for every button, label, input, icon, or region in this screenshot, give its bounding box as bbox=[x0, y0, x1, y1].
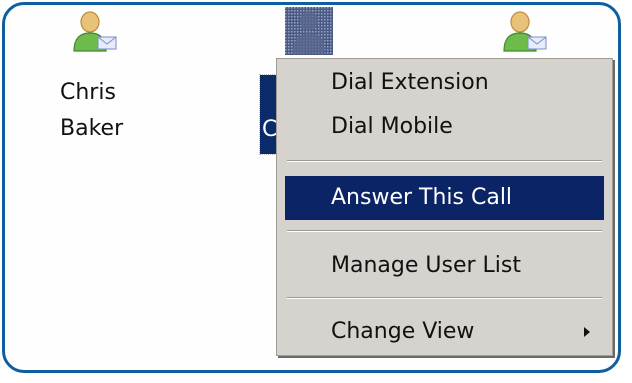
menu-item-dial-mobile[interactable]: Dial Mobile bbox=[285, 105, 604, 149]
menu-item-dial-extension[interactable]: Dial Extension bbox=[285, 61, 604, 105]
user-offline-icon bbox=[285, 7, 333, 55]
menu-separator bbox=[287, 160, 602, 162]
context-menu: Dial Extension Dial Mobile Answer This C… bbox=[276, 58, 613, 356]
user-mail-icon bbox=[503, 11, 547, 52]
user-tile-chris-baker[interactable]: Chris Baker bbox=[55, 11, 175, 161]
menu-item-change-view[interactable]: Change View bbox=[285, 310, 604, 354]
menu-separator bbox=[287, 230, 602, 232]
menu-item-answer-this-call[interactable]: Answer This Call bbox=[285, 176, 604, 220]
submenu-arrow-icon bbox=[584, 327, 590, 337]
user-name-label: Chris Baker bbox=[60, 80, 124, 141]
menu-item-manage-user-list[interactable]: Manage User List bbox=[285, 244, 604, 288]
menu-item-change-view-label: Change View bbox=[331, 319, 475, 344]
user-tile-selected[interactable] bbox=[285, 5, 335, 65]
user-tile-third[interactable] bbox=[500, 11, 560, 61]
menu-separator bbox=[287, 297, 602, 299]
user-list-panel: Chris Baker C Dial Extension Dial Mobile… bbox=[2, 2, 621, 373]
user-mail-icon bbox=[73, 11, 117, 52]
